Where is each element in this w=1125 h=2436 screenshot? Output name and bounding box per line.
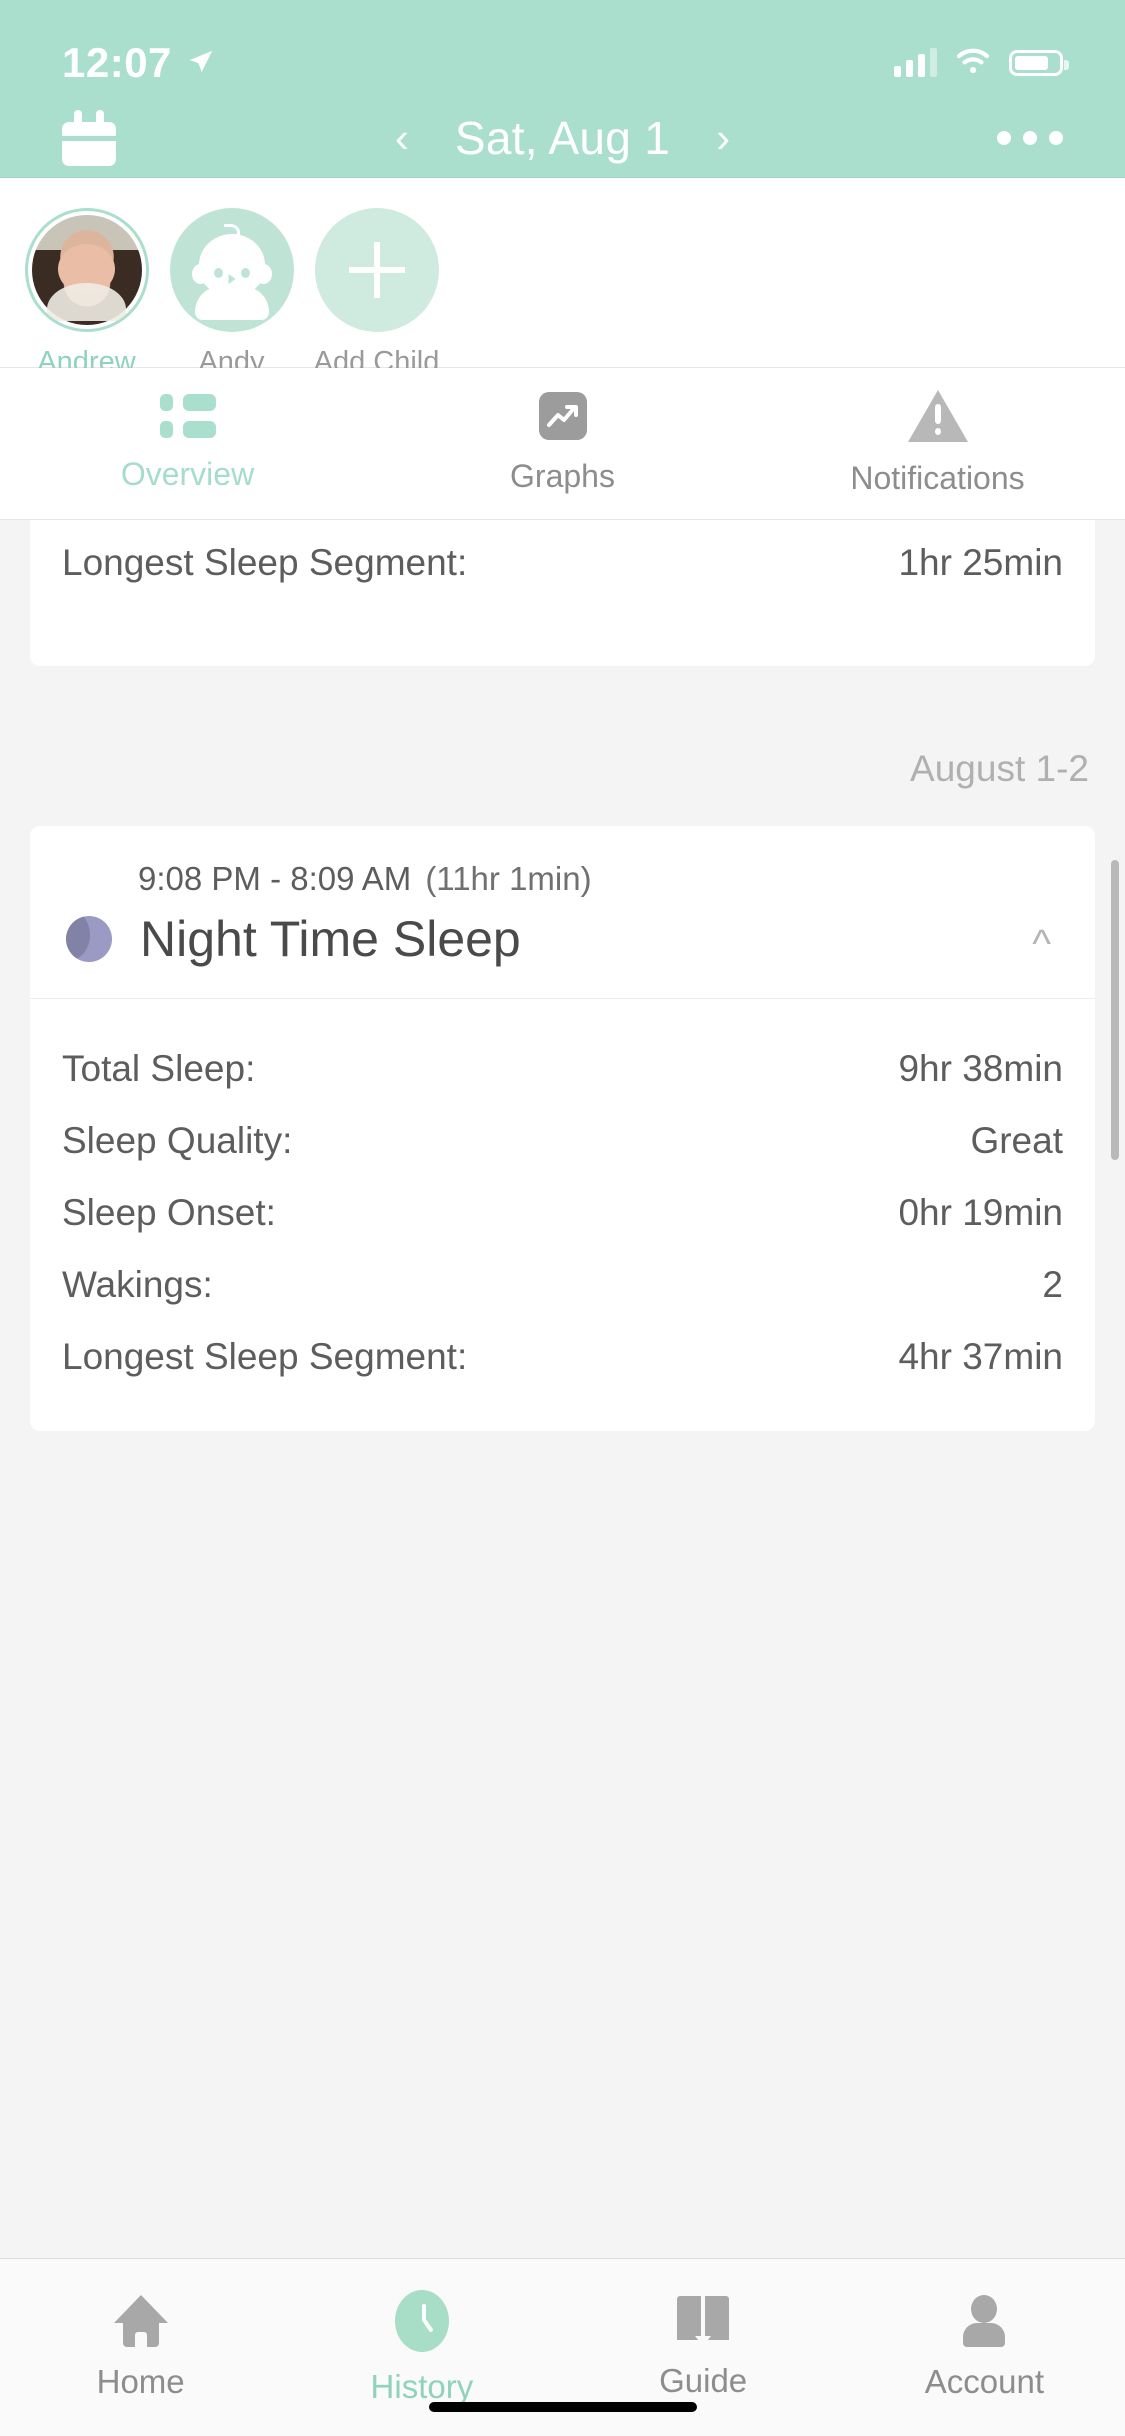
table-row: Sleep Onset: 0hr 19min [30,1177,1095,1249]
nav-item-home[interactable]: Home [0,2259,281,2436]
sleep-time-range: 9:08 PM - 8:09 AM [138,860,412,897]
wifi-icon [955,47,991,80]
tab-overview[interactable]: Overview [0,368,375,519]
person-icon [959,2294,1009,2347]
detail-key: Longest Sleep Segment: [62,542,468,583]
baby-icon[interactable] [169,208,294,332]
more-options-icon[interactable] [997,130,1063,145]
nav-label: Home [96,2362,185,2400]
tab-label: Overview [120,456,255,492]
detail-value: 4hr 37min [898,1336,1063,1377]
sleep-entry-details: Total Sleep: 9hr 38min Sleep Quality: Gr… [30,999,1095,1431]
plus-icon[interactable] [314,208,439,332]
sleep-entry-card[interactable]: 9:08 PM - 8:09 AM (11hr 1min) Night Time … [30,826,1095,1431]
child-item-andrew[interactable]: Andrew [14,208,159,379]
table-row: Wakings: 2 [30,1249,1095,1321]
next-day-button[interactable]: › [706,111,740,165]
detail-value: 9hr 38min [898,1048,1063,1089]
detail-key: Longest Sleep Segment: [62,1336,468,1377]
history-content[interactable]: Longest Sleep Segment: 1hr 25min August … [0,520,1125,2258]
chevron-up-icon[interactable]: ^ [1032,922,1051,967]
table-row: Total Sleep: 9hr 38min [30,1033,1095,1105]
cellular-signal-icon [894,48,937,77]
child-selector: Andrew Andy Add Child [0,178,1125,378]
detail-value: 1hr 25min [898,542,1063,583]
status-time: 12:07 [62,39,172,86]
tab-graphs[interactable]: Graphs [375,368,750,519]
calendar-icon[interactable] [62,109,116,166]
sleep-duration: (11hr 1min) [425,860,592,897]
status-indicators [894,47,1069,80]
date-divider-label: August 1-2 [910,748,1089,789]
location-arrow-icon [186,39,216,87]
sleep-time-row: 9:08 PM - 8:09 AM (11hr 1min) [138,860,1059,898]
trending-chart-icon [538,392,587,440]
nav-label: Guide [659,2361,748,2399]
clock-icon [394,2289,449,2352]
child-item-andy[interactable]: Andy [159,208,304,379]
table-row: Longest Sleep Segment: 4hr 37min [30,1321,1095,1393]
detail-row: Longest Sleep Segment: 1hr 25min [30,520,1095,606]
status-time-group: 12:07 [62,39,216,87]
detail-value: Great [970,1120,1063,1161]
home-indicator [428,2402,697,2412]
date-navigator: ‹ Sat, Aug 1 › [385,111,740,165]
nav-label: Account [924,2362,1044,2400]
previous-sleep-card[interactable]: Longest Sleep Segment: 1hr 25min [30,520,1095,666]
status-bar: 12:07 [0,0,1125,98]
table-row: Sleep Quality: Great [30,1105,1095,1177]
tab-label: Notifications [850,460,1025,496]
avatar[interactable] [24,208,149,332]
nav-item-account[interactable]: Account [844,2259,1125,2436]
current-date-label: Sat, Aug 1 [454,111,671,164]
add-child-item[interactable]: Add Child [304,208,449,379]
detail-key: Sleep Quality: [62,1120,293,1161]
nav-label: History [370,2367,474,2405]
detail-key: Wakings: [62,1264,213,1305]
tab-notifications[interactable]: Notifications [750,368,1125,519]
detail-value: 0hr 19min [898,1192,1063,1233]
detail-key: Sleep Onset: [62,1192,276,1233]
book-icon [676,2295,730,2346]
moon-icon [66,916,112,962]
warning-triangle-icon [907,390,968,442]
prev-day-button[interactable]: ‹ [385,111,419,165]
list-icon [159,394,216,438]
section-tabs: Overview Graphs Notifications [0,368,1125,520]
home-icon [113,2294,168,2347]
sleep-entry-title: Night Time Sleep [140,911,521,967]
sleep-entry-header[interactable]: 9:08 PM - 8:09 AM (11hr 1min) Night Time … [30,826,1095,999]
date-header: ‹ Sat, Aug 1 › [0,98,1125,178]
sleep-title-row: Night Time Sleep [66,910,1059,968]
app-screen: 12:07 ‹ Sat, Aug 1 › Andrew Andy Add Chi… [0,0,1125,2436]
battery-icon [1009,50,1069,76]
detail-key: Total Sleep: [62,1048,256,1089]
vertical-scrollbar[interactable] [1111,860,1119,1160]
detail-value: 2 [1042,1264,1063,1305]
tab-label: Graphs [510,458,615,494]
